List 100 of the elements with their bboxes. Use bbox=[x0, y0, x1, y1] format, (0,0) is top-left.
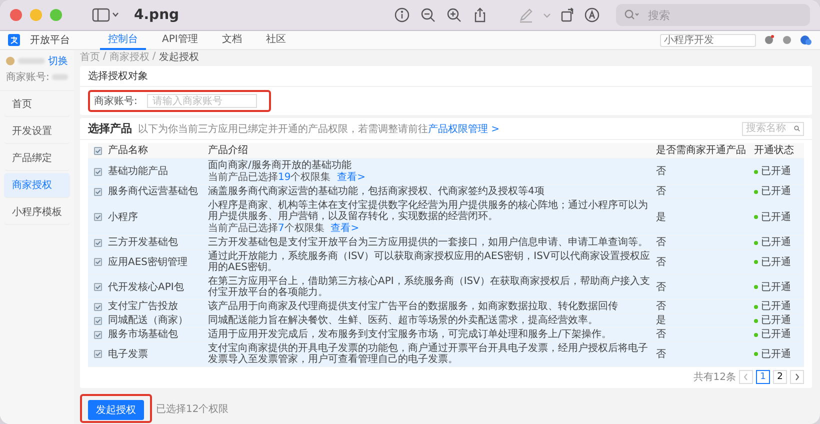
sidebar-item[interactable]: 小程序模板 bbox=[4, 200, 70, 225]
status-dot bbox=[754, 260, 758, 264]
checkbox[interactable] bbox=[94, 146, 102, 154]
product-description: 在第三方应用平台上，借助第三方核心API，系统服务商（ISV）在获取商家授权后，帮助商户接入支付宝开放平台的各项能力。 bbox=[208, 276, 650, 298]
status-text: 已开通 bbox=[761, 212, 791, 222]
table-cell: 否 bbox=[656, 329, 666, 340]
redacted-account bbox=[52, 74, 68, 80]
brand-name: 开放平台 bbox=[30, 34, 70, 47]
search-field[interactable]: 搜索 bbox=[616, 4, 810, 26]
table-cell: 否 bbox=[656, 237, 666, 248]
status-dot bbox=[754, 190, 758, 194]
checkbox[interactable] bbox=[94, 350, 102, 358]
product-name: 同城配送（商家） bbox=[108, 315, 188, 326]
view-link[interactable]: 查看> bbox=[330, 223, 360, 234]
status-dot bbox=[754, 352, 758, 356]
checkbox[interactable] bbox=[94, 302, 102, 310]
table-row[interactable]: 代开发核心API包 在第三方应用平台上，借助第三方核心API，系统服务商（ISV）在获取商家授权后，帮助商户接入支付宝开放平台的各项能力。 否 已开通 bbox=[88, 275, 804, 300]
sidebar-item[interactable]: 开发设置 bbox=[4, 119, 70, 144]
account-label: 商家账号: bbox=[6, 70, 50, 84]
page-button[interactable]: 1 bbox=[756, 370, 770, 384]
product-description: 三方开发基础包是支付宝开放平台为三方应用提供的一套接口，如用户信息申请、申请工单查询等。 bbox=[208, 237, 649, 248]
markup-icon[interactable] bbox=[584, 7, 600, 23]
nav-tab[interactable]: 控制台 bbox=[100, 30, 146, 50]
product-name: 电子发票 bbox=[108, 348, 148, 360]
product-name: 小程序 bbox=[108, 212, 138, 222]
table-row[interactable]: 应用AES密钥管理 通过此开放能力，系统服务商（ISV）可以获取商家授权应用的AES密钥，ISV可以代商家设置授权应用的AES密钥。 否 已开通 bbox=[88, 250, 804, 275]
card-note: 以下为你当前三方应用已绑定并开通的产品权限，若需调整请前往产品权限管理 > bbox=[138, 122, 500, 136]
table-row[interactable]: 服务商代运营基础包 涵盖服务商代商家运营的基础功能，包括商家授权、代商家签约及授权等4项 否 已开通 bbox=[88, 185, 804, 199]
table-cell: 否 bbox=[656, 256, 666, 268]
status-text: 已开通 bbox=[761, 301, 791, 312]
checkbox[interactable] bbox=[94, 168, 102, 176]
table-row[interactable]: 基础功能产品 面向商家/服务商开放的基础功能 当前产品已选择19个权限集 查看> 否 已开通 bbox=[88, 159, 804, 185]
table-cell: 否 bbox=[656, 166, 666, 177]
status-dot bbox=[754, 304, 758, 308]
product-name: 服务市场基础包 bbox=[108, 329, 178, 340]
breadcrumb-separator: / bbox=[152, 51, 156, 62]
status-text: 已开通 bbox=[761, 237, 791, 248]
breadcrumb-separator: / bbox=[103, 51, 106, 62]
authorize-button[interactable]: 发起授权 bbox=[88, 400, 144, 420]
status-text: 已开通 bbox=[761, 348, 791, 360]
window-title: 4.png bbox=[134, 7, 180, 23]
checkbox[interactable] bbox=[94, 238, 102, 246]
checkbox[interactable] bbox=[94, 188, 102, 196]
prev-page-button[interactable] bbox=[739, 370, 753, 384]
table-cell: 是 bbox=[656, 315, 666, 326]
product-description: 通过此开放能力，系统服务商（ISV）可以获取商家授权应用的AES密钥，ISV可以代商家设置授权应用的AES密钥。 bbox=[208, 251, 650, 273]
permission-link[interactable]: 产品权限管理 > bbox=[428, 124, 500, 134]
zoom-out-icon[interactable] bbox=[420, 7, 436, 23]
next-page-button[interactable] bbox=[790, 370, 804, 384]
sidebar-item[interactable]: 商家授权 bbox=[4, 173, 70, 198]
search-icon bbox=[624, 9, 640, 21]
nav-tab[interactable]: 文档 bbox=[214, 30, 250, 50]
table-row[interactable]: 电子发票 支付宝向商家提供的开具电子发票的功能包，商户通过开票平台开具电子发票，经用户授权后将电子发票导入至发票管家，用户可查看管理自己的电子发票。 否 已开通 bbox=[88, 342, 804, 367]
column-header: 产品名称 bbox=[108, 145, 149, 156]
zoom-in-icon[interactable] bbox=[446, 7, 462, 23]
product-name: 基础功能产品 bbox=[108, 166, 168, 177]
rotate-icon[interactable] bbox=[560, 7, 576, 23]
switch-link[interactable]: 切换 bbox=[48, 54, 68, 68]
search-icon bbox=[794, 125, 800, 132]
checkbox[interactable] bbox=[94, 258, 102, 266]
view-link[interactable]: 查看> bbox=[337, 172, 366, 183]
status-text: 已开通 bbox=[761, 315, 791, 326]
help-icon[interactable] bbox=[782, 35, 792, 45]
bell-icon[interactable] bbox=[764, 35, 774, 45]
avatar-icon[interactable] bbox=[800, 34, 812, 46]
sidebar-item[interactable]: 首页 bbox=[4, 92, 70, 117]
card-title: 选择产品 bbox=[88, 121, 132, 136]
status-text: 已开通 bbox=[761, 329, 791, 340]
pen-icon[interactable] bbox=[518, 7, 534, 23]
info-icon[interactable] bbox=[394, 7, 410, 23]
table-row[interactable]: 三方开发基础包 三方开发基础包是支付宝开放平台为三方应用提供的一套接口，如用户信息申请、申请工单查询等。 否 已开通 bbox=[88, 236, 804, 250]
breadcrumb-item: 发起授权 bbox=[158, 50, 199, 64]
product-description: 涵盖服务商代商家运营的基础功能，包括商家授权、代商家签约及授权等4项 bbox=[208, 186, 546, 197]
status-dot bbox=[754, 170, 758, 174]
checkbox[interactable] bbox=[94, 330, 102, 338]
share-icon[interactable] bbox=[472, 7, 488, 23]
highlight-frame: 商家账号: 请输入商家账号 bbox=[88, 90, 272, 112]
checkbox[interactable] bbox=[94, 283, 102, 291]
search-field[interactable]: 搜索名称 bbox=[742, 122, 804, 136]
table-row[interactable]: 服务市场基础包 适用于应用开发完成后，发布服务到支付宝服务市场，可完成订单处理和服务上/下架操作。 否 已开通 bbox=[88, 328, 804, 342]
checkbox[interactable] bbox=[94, 213, 102, 221]
nav-tab[interactable]: 社区 bbox=[258, 30, 294, 50]
logo-icon bbox=[8, 34, 20, 46]
table-cell: 否 bbox=[656, 186, 666, 197]
status-dot bbox=[754, 215, 758, 219]
sidebar-item[interactable]: 产品绑定 bbox=[4, 146, 70, 171]
product-name: 服务商代运营基础包 bbox=[108, 186, 198, 197]
status-text: 已开通 bbox=[761, 256, 791, 268]
table-row[interactable]: 同城配送（商家） 同城配送能力旨在解决餐饮、生鲜、医药、超市等场景的外卖配送需求，提高经营效率。 是 已开通 bbox=[88, 314, 804, 328]
table-row[interactable]: 支付宝广告投放 该产品用于向商家及代理商提供支付宝广告平台的数据服务，如商家数据拉取、转化数据回传 否 已开通 bbox=[88, 300, 804, 314]
nav-tab[interactable]: API管理 bbox=[154, 30, 206, 50]
status-text: 已开通 bbox=[761, 186, 791, 197]
table-row[interactable]: 小程序 小程序是商家、机构等主体在支付宝提供数字化经营为用户提供服务的核心阵地；通过小程序可以为用户提供服务、用户营销，以及留存转化，实现数据的经营闭环。 当前产品已选择7个权限集 查看> 是 已开通 bbox=[88, 199, 804, 236]
page-button[interactable]: 2 bbox=[773, 370, 787, 384]
table-cell: 否 bbox=[656, 282, 666, 292]
sidebar-icon[interactable] bbox=[92, 8, 120, 22]
product-name: 三方开发基础包 bbox=[108, 237, 178, 248]
checkbox[interactable] bbox=[94, 316, 102, 324]
close-button[interactable] bbox=[10, 9, 22, 21]
search-input[interactable]: 搜索 bbox=[646, 8, 800, 22]
